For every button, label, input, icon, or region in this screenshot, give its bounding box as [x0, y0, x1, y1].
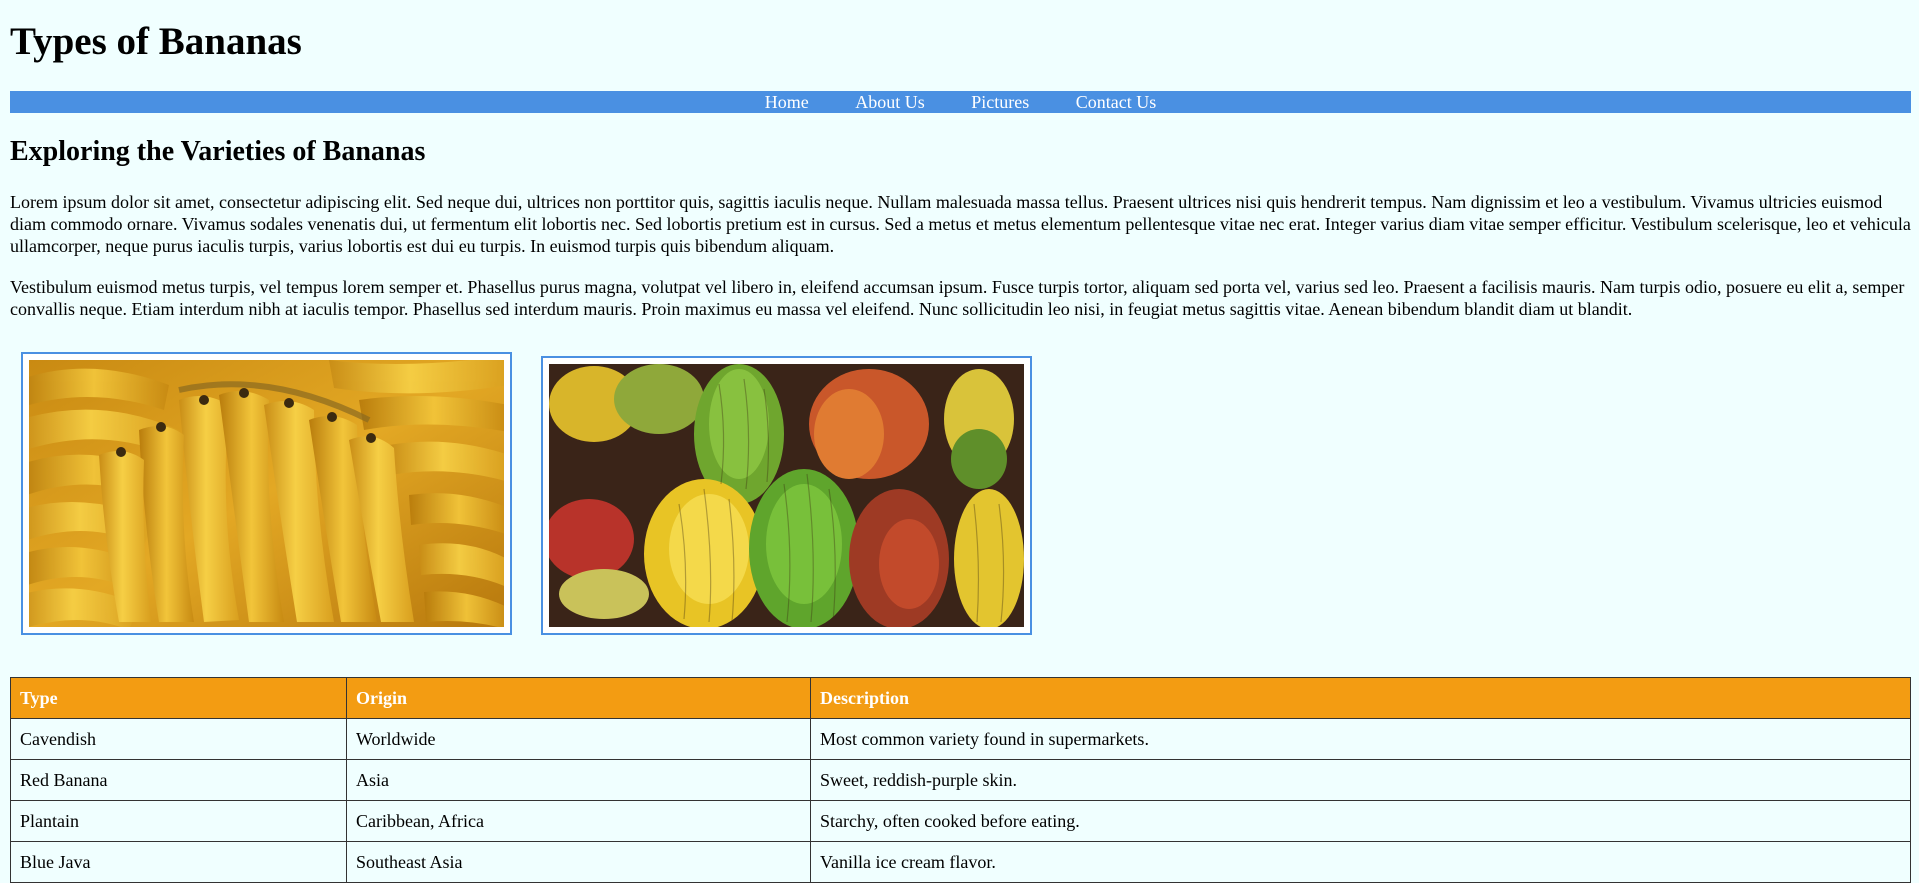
type-cell: Plantain — [10, 800, 347, 842]
table-row: Blue Java Southeast Asia Vanilla ice cre… — [10, 841, 1911, 883]
type-cell: Red Banana — [10, 759, 347, 801]
intro-paragraph: Lorem ipsum dolor sit amet, consectetur … — [10, 192, 1911, 256]
origin-cell: Worldwide — [346, 718, 811, 760]
top-nav: Home About Us Pictures Contact Us — [10, 91, 1911, 113]
nav-pictures-link[interactable]: Pictures — [971, 91, 1029, 113]
nav-home-link[interactable]: Home — [765, 91, 809, 113]
origin-cell: Southeast Asia — [346, 841, 811, 883]
nav-contact-us-link[interactable]: Contact Us — [1076, 91, 1157, 113]
table-row: Plantain Caribbean, Africa Starchy, ofte… — [10, 800, 1911, 842]
nav-about-us-link[interactable]: About Us — [855, 91, 925, 113]
page-title: Types of Bananas — [10, 20, 302, 63]
origin-cell: Asia — [346, 759, 811, 801]
description-cell: Sweet, reddish-purple skin. — [810, 759, 1911, 801]
column-header-origin: Origin — [346, 677, 811, 719]
market-bananas-image-frame — [541, 356, 1032, 635]
section-heading: Exploring the Varieties of Bananas — [10, 136, 426, 167]
banana-types-table: Type Origin Description Cavendish Worldw… — [10, 677, 1911, 883]
column-header-type: Type — [10, 677, 347, 719]
colorful-bananas-photo — [549, 364, 1024, 627]
description-cell: Starchy, often cooked before eating. — [810, 800, 1911, 842]
column-header-description: Description — [810, 677, 1911, 719]
yellow-bananas-photo — [29, 360, 504, 627]
second-paragraph: Vestibulum euismod metus turpis, vel tem… — [10, 277, 1905, 319]
description-cell: Most common variety found in supermarket… — [810, 718, 1911, 760]
description-cell: Vanilla ice cream flavor. — [810, 841, 1911, 883]
type-cell: Blue Java — [10, 841, 347, 883]
banana-bunch-image-frame — [21, 352, 512, 635]
origin-cell: Caribbean, Africa — [346, 800, 811, 842]
type-cell: Cavendish — [10, 718, 347, 760]
table-row: Cavendish Worldwide Most common variety … — [10, 718, 1911, 760]
table-header-row: Type Origin Description — [10, 677, 1911, 719]
table-row: Red Banana Asia Sweet, reddish-purple sk… — [10, 759, 1911, 801]
